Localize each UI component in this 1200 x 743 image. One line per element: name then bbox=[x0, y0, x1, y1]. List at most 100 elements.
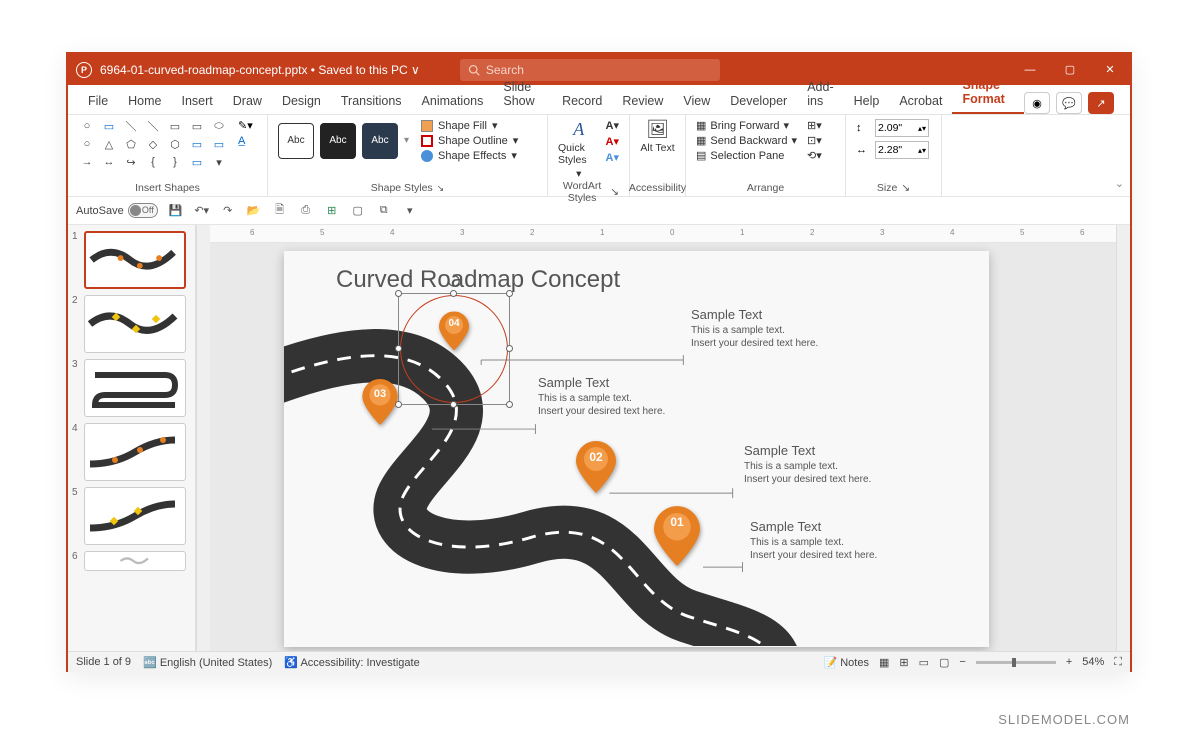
map-pin-03[interactable]: 03 bbox=[362, 379, 398, 425]
window-controls: ― ▢ ✕ bbox=[1010, 54, 1130, 85]
rotate-button[interactable]: ⟲▾ bbox=[807, 149, 822, 162]
main-area: 1 2 3 4 5 6 6543210123456 Curved Roadmap… bbox=[68, 225, 1130, 651]
zoom-out-button[interactable]: − bbox=[959, 656, 965, 668]
tab-draw[interactable]: Draw bbox=[223, 88, 272, 114]
normal-view-button[interactable]: ▦ bbox=[879, 656, 889, 669]
tab-developer[interactable]: Developer bbox=[720, 88, 797, 114]
text-box-button[interactable]: A̲ bbox=[238, 135, 253, 147]
thumbnail-scrollbar[interactable] bbox=[196, 225, 210, 651]
maximize-button[interactable]: ▢ bbox=[1050, 54, 1090, 85]
copy-button[interactable]: ⧉ bbox=[376, 203, 392, 219]
undo-button[interactable]: ↶▾ bbox=[194, 203, 210, 219]
language-indicator[interactable]: 🔤 English (United States) bbox=[143, 656, 272, 669]
quick-styles-button[interactable]: A Quick Styles▾ bbox=[558, 119, 600, 180]
tab-animations[interactable]: Animations bbox=[412, 88, 494, 114]
tab-record[interactable]: Record bbox=[552, 88, 612, 114]
zoom-level[interactable]: 54% bbox=[1082, 656, 1104, 668]
slide-thumbnail-6[interactable] bbox=[84, 551, 186, 571]
alt-text-button[interactable]: 🖼 Alt Text bbox=[640, 119, 675, 154]
reading-view-button[interactable]: ▭ bbox=[919, 656, 929, 669]
new-button[interactable]: 🗎 bbox=[272, 203, 288, 219]
group-wordart: A Quick Styles▾ A▾ A▾ A▾ WordArt Styles … bbox=[548, 115, 630, 196]
style-preset-3[interactable]: Abc bbox=[362, 123, 398, 159]
notes-button[interactable]: 📝 Notes bbox=[823, 656, 869, 669]
watermark: SLIDEMODEL.COM bbox=[998, 712, 1130, 727]
accessibility-check[interactable]: ♿ Accessibility: Investigate bbox=[284, 656, 419, 669]
bring-forward-button[interactable]: ▦ Bring Forward ▾ bbox=[696, 119, 797, 132]
selection-pane-button[interactable]: ▤ Selection Pane bbox=[696, 149, 797, 162]
open-button[interactable]: 📂 bbox=[246, 203, 262, 219]
slideshow-view-button[interactable]: ▢ bbox=[939, 656, 949, 669]
shape-outline-button[interactable]: Shape Outline ▾ bbox=[421, 134, 518, 147]
slide-title[interactable]: Curved Roadmap Concept bbox=[336, 266, 620, 294]
slide-thumbnail-5[interactable] bbox=[84, 487, 186, 545]
group-insert-shapes: ○▭＼＼▭▭⬭ ○△⬠◇⬡▭▭ →↔↪{}▭▾ ✎▾ A̲ Insert Sha… bbox=[68, 115, 268, 196]
close-button[interactable]: ✕ bbox=[1090, 54, 1130, 85]
autosave-toggle[interactable]: AutoSave Off bbox=[76, 203, 158, 218]
tab-help[interactable]: Help bbox=[844, 88, 890, 114]
print-button[interactable]: ⎙ bbox=[298, 203, 314, 219]
tab-design[interactable]: Design bbox=[272, 88, 331, 114]
tab-home[interactable]: Home bbox=[118, 88, 171, 114]
zoom-slider[interactable] bbox=[976, 661, 1056, 664]
width-input[interactable]: 2.28"▴▾ bbox=[875, 141, 929, 159]
tab-review[interactable]: Review bbox=[612, 88, 673, 114]
group-label: Shape Styles bbox=[371, 182, 433, 194]
slide-thumbnail-2[interactable] bbox=[84, 295, 186, 353]
send-backward-button[interactable]: ▦ Send Backward ▾ bbox=[696, 134, 797, 147]
save-button[interactable]: 💾 bbox=[168, 203, 184, 219]
map-pin-01[interactable]: 01 bbox=[654, 506, 700, 566]
group-label: Size bbox=[877, 182, 897, 194]
slide[interactable]: Curved Roadmap Concept bbox=[284, 251, 989, 647]
slide-thumbnail-1[interactable] bbox=[84, 231, 186, 289]
ribbon-tabs: File Home Insert Draw Design Transitions… bbox=[68, 85, 1130, 115]
shapes-gallery[interactable]: ○▭＼＼▭▭⬭ ○△⬠◇⬡▭▭ →↔↪{}▭▾ bbox=[78, 119, 230, 171]
canvas-scrollbar[interactable] bbox=[1116, 225, 1130, 651]
text-fill-button[interactable]: A▾ bbox=[606, 119, 619, 132]
slide-canvas[interactable]: 6543210123456 Curved Roadmap Concept bbox=[210, 225, 1116, 651]
callout-1[interactable]: Sample Text This is a sample text.Insert… bbox=[750, 519, 877, 562]
style-preset-2[interactable]: Abc bbox=[320, 123, 356, 159]
width-icon: ↔ bbox=[856, 144, 869, 156]
slideshow-button[interactable]: ▢ bbox=[350, 203, 366, 219]
text-effects-button[interactable]: A▾ bbox=[606, 151, 619, 164]
tab-acrobat[interactable]: Acrobat bbox=[889, 88, 952, 114]
road-graphic[interactable] bbox=[284, 291, 989, 646]
shape-effects-button[interactable]: Shape Effects ▾ bbox=[421, 149, 518, 162]
slide-thumbnail-4[interactable] bbox=[84, 423, 186, 481]
style-preset-1[interactable]: Abc bbox=[278, 123, 314, 159]
redo-button[interactable]: ↷ bbox=[220, 203, 236, 219]
qat-more-button[interactable]: ▾ bbox=[402, 203, 418, 219]
slide-thumbnail-3[interactable] bbox=[84, 359, 186, 417]
callout-3[interactable]: Sample Text This is a sample text.Insert… bbox=[538, 375, 665, 418]
rotation-handle-icon[interactable] bbox=[447, 274, 461, 288]
record-button[interactable]: ◉ bbox=[1024, 92, 1050, 114]
text-outline-button[interactable]: A▾ bbox=[606, 135, 619, 148]
align-button[interactable]: ⊞▾ bbox=[807, 119, 822, 132]
tab-shape-format[interactable]: Shape Format bbox=[952, 72, 1024, 114]
group-label: Insert Shapes bbox=[78, 182, 257, 194]
new-slide-button[interactable]: ⊞ bbox=[324, 203, 340, 219]
tab-view[interactable]: View bbox=[673, 88, 720, 114]
tab-addins[interactable]: Add-ins bbox=[797, 74, 843, 114]
shape-fill-button[interactable]: Shape Fill ▾ bbox=[421, 119, 518, 132]
tab-slideshow[interactable]: Slide Show bbox=[493, 74, 552, 114]
height-input[interactable]: 2.09"▴▾ bbox=[875, 119, 929, 137]
slide-indicator: Slide 1 of 9 bbox=[76, 656, 131, 668]
zoom-in-button[interactable]: + bbox=[1066, 656, 1072, 668]
sorter-view-button[interactable]: ⊞ bbox=[899, 656, 908, 669]
fit-window-button[interactable]: ⛶ bbox=[1114, 656, 1122, 669]
tab-insert[interactable]: Insert bbox=[172, 88, 223, 114]
share-button[interactable]: ↗ bbox=[1088, 92, 1114, 114]
callout-2[interactable]: Sample Text This is a sample text.Insert… bbox=[744, 443, 871, 486]
powerpoint-window: P 6964-01-curved-roadmap-concept.pptx • … bbox=[66, 52, 1132, 672]
selection-box[interactable] bbox=[398, 293, 510, 405]
edit-shape-button[interactable]: ✎▾ bbox=[238, 119, 253, 132]
tab-transitions[interactable]: Transitions bbox=[331, 88, 412, 114]
ribbon-collapse-button[interactable]: ⌄ bbox=[942, 115, 1130, 196]
callout-4[interactable]: Sample Text This is a sample text.Insert… bbox=[691, 307, 818, 350]
tab-file[interactable]: File bbox=[78, 88, 118, 114]
group-button[interactable]: ⊡▾ bbox=[807, 134, 822, 147]
comments-button[interactable]: 💬 bbox=[1056, 92, 1082, 114]
map-pin-02[interactable]: 02 bbox=[576, 441, 616, 493]
